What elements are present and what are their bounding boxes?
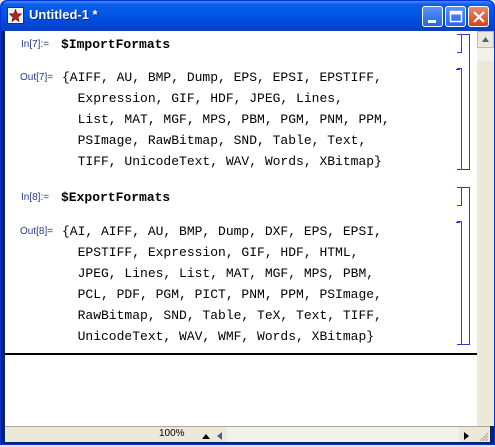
output-label: Out[7]= <box>20 72 54 83</box>
input-expression[interactable]: $ImportFormats <box>61 37 170 52</box>
output-line: JPEG, Lines, List, MAT, MGF, MPS, PBM, <box>62 266 375 281</box>
minimize-button[interactable] <box>422 6 443 27</box>
mathematica-icon[interactable] <box>7 7 24 24</box>
input-label: In[7]:= <box>21 39 50 50</box>
input-label: In[8]:= <box>21 192 50 203</box>
title-bar[interactable]: Untitled-1 * <box>1 1 494 31</box>
output-line: {AIFF, AU, BMP, Dump, EPS, EPSI, EPSTIFF… <box>62 70 382 85</box>
group-bracket[interactable] <box>461 34 470 170</box>
group-bracket[interactable] <box>461 187 470 345</box>
output-line: PSImage, RawBitmap, SND, Table, Text, <box>62 133 367 148</box>
minimize-icon <box>428 20 436 23</box>
cell-insertion-line[interactable] <box>5 353 477 355</box>
scroll-up-button[interactable] <box>477 31 494 48</box>
close-button[interactable] <box>468 6 489 27</box>
output-line: {AI, AIFF, AU, BMP, Dump, DXF, EPS, EPSI… <box>62 224 382 239</box>
maximize-icon <box>449 10 463 23</box>
caret-up-icon <box>202 434 210 439</box>
output-line: List, MAT, MGF, MPS, PBM, PGM, PNM, PPM, <box>62 112 390 127</box>
output-line: PCL, PDF, PGM, PICT, PNM, PPM, PSImage, <box>62 287 382 302</box>
vertical-scrollbar[interactable] <box>477 31 494 426</box>
output-label: Out[8]= <box>20 226 54 237</box>
zoom-up-button[interactable] <box>200 429 212 441</box>
output-line: EPSTIFF, Expression, GIF, HDF, HTML, <box>62 245 359 260</box>
resize-grip[interactable] <box>477 429 489 442</box>
horizontal-scroll-track-left[interactable] <box>5 427 155 442</box>
input-expression[interactable]: $ExportFormats <box>61 190 170 205</box>
maximize-button[interactable] <box>445 6 466 27</box>
arrow-up-icon <box>482 37 489 42</box>
caret-right-icon <box>464 432 469 440</box>
resize-grip-icon <box>479 432 489 442</box>
output-line: TIFF, UnicodeText, WAV, Words, XBitmap} <box>62 154 382 169</box>
scroll-thumb[interactable] <box>477 61 494 426</box>
notebook-content[interactable]: In[7]:= $ImportFormats Out[7]= {AIFF, AU… <box>5 31 477 426</box>
output-line: RawBitmap, SND, Table, TeX, Text, TIFF, <box>62 308 382 323</box>
zoom-level[interactable]: 100% <box>159 428 185 439</box>
caret-left-icon <box>217 432 222 440</box>
output-line: Expression, GIF, HDF, JPEG, Lines, <box>62 91 343 106</box>
notebook-window: Untitled-1 * In[7]:= $ImportFormats Out[… <box>0 0 495 445</box>
notebook-client-area: In[7]:= $ImportFormats Out[7]= {AIFF, AU… <box>5 31 494 442</box>
horizontal-scroll-track[interactable] <box>227 427 459 442</box>
status-bar: 100% <box>5 426 490 442</box>
close-icon <box>473 11 485 23</box>
window-title: Untitled-1 * <box>29 7 98 22</box>
scroll-right-button[interactable] <box>461 429 473 441</box>
output-line: UnicodeText, WAV, WMF, Words, XBitmap} <box>62 329 375 344</box>
scroll-left-button[interactable] <box>213 429 225 441</box>
